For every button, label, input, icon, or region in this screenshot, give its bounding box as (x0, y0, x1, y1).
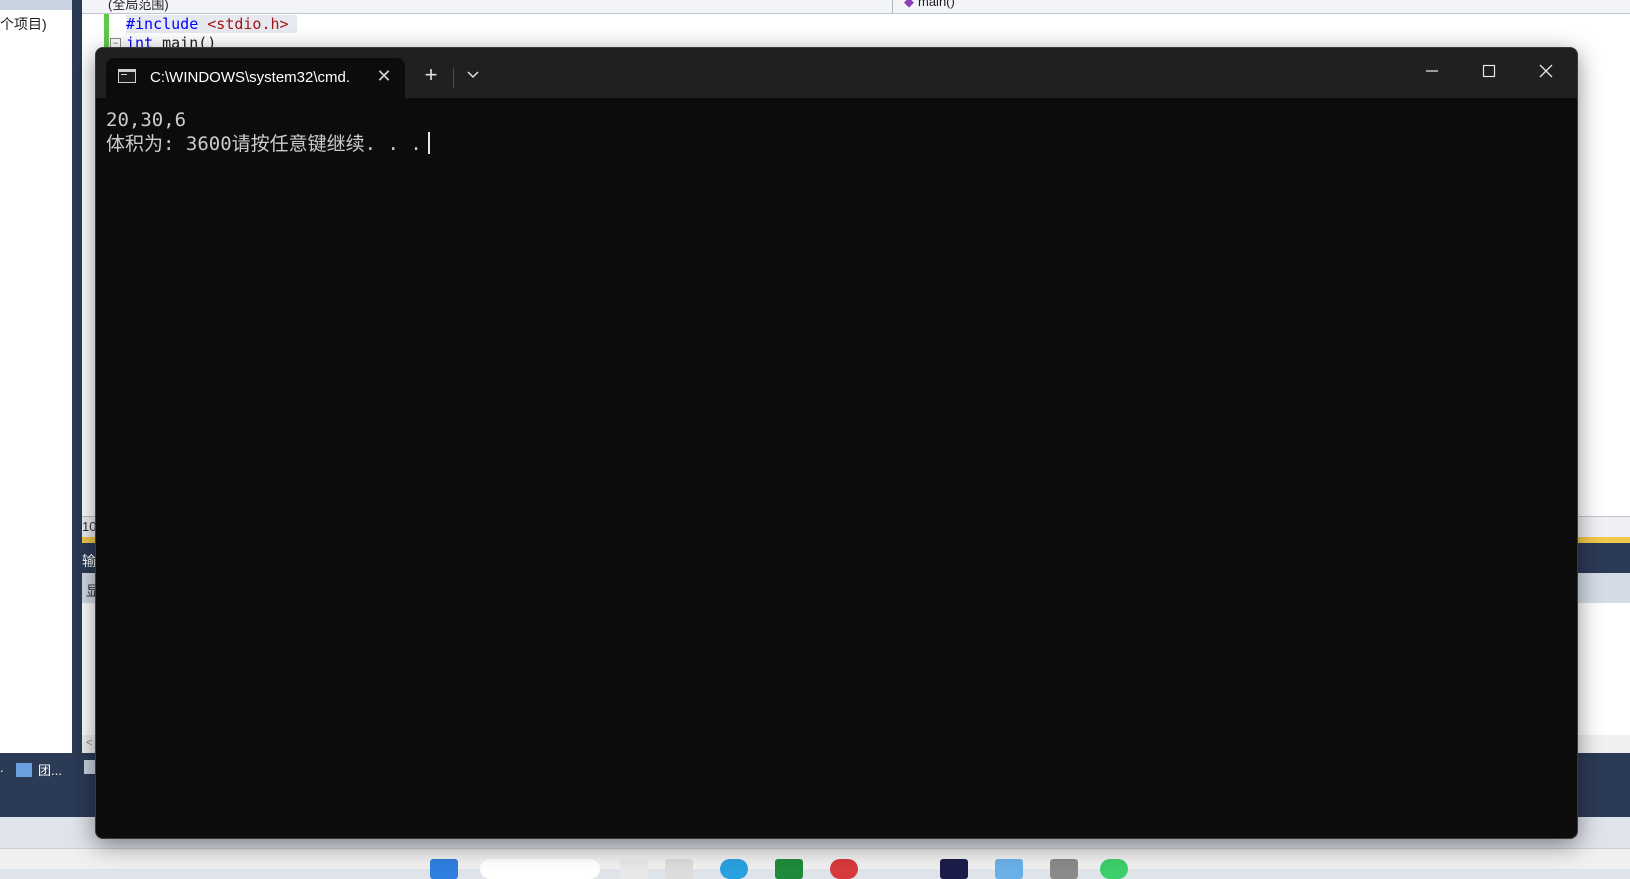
ide-splitter[interactable] (72, 0, 82, 785)
terminal-icon[interactable] (1050, 859, 1078, 879)
terminal-output[interactable]: 20,30,6 体积为: 3600请按任意键继续. . . (106, 108, 1566, 828)
ide-bottom-tab[interactable]: . (0, 760, 4, 775)
preprocessor-keyword: #include (126, 15, 199, 33)
cmd-icon (118, 69, 136, 83)
close-window-button[interactable] (1523, 58, 1569, 84)
solution-item-label[interactable]: 个项目) (0, 14, 47, 34)
terminal-tab-cmd[interactable]: C:\WINDOWS\system32\cmd. ✕ (106, 58, 405, 98)
task-view-icon[interactable] (620, 859, 648, 879)
visual-studio-icon[interactable] (940, 859, 968, 879)
terminal-tab-title: C:\WINDOWS\system32\cmd. (150, 69, 351, 86)
minimize-icon (1426, 70, 1438, 72)
terminal-line-text: 体积为: 3600请按任意键继续. . . (106, 133, 422, 155)
app-icon[interactable] (830, 859, 858, 879)
scope-navigation-bar: (全局范围) ◆ main() (82, 0, 1630, 14)
excel-icon[interactable] (775, 859, 803, 879)
close-icon (1539, 64, 1553, 78)
scope-dropdown[interactable]: (全局范围) (108, 0, 169, 13)
profile-dropdown-button[interactable] (460, 64, 486, 88)
chevron-down-icon (467, 71, 479, 79)
scope-divider (892, 0, 893, 13)
file-explorer-icon[interactable] (665, 859, 693, 879)
function-dropdown-label: main() (918, 0, 955, 9)
function-dropdown[interactable]: ◆ main() (904, 0, 955, 10)
close-tab-icon[interactable]: ✕ (374, 66, 394, 86)
browser-icon[interactable] (720, 859, 748, 879)
solution-explorer-header (0, 0, 72, 10)
new-tab-button[interactable]: + (418, 63, 444, 89)
output-panel-title-text: 输 (82, 553, 96, 569)
tab-divider (453, 68, 454, 88)
scroll-left-icon[interactable]: < (86, 737, 92, 749)
terminal-window[interactable]: C:\WINDOWS\system32\cmd. ✕ + 20,30,6 体积为… (95, 47, 1578, 839)
text-cursor (427, 132, 430, 154)
terminal-line: 20,30,6 (106, 109, 187, 131)
wechat-icon[interactable] (1100, 859, 1128, 879)
maximize-icon (1482, 64, 1496, 78)
solution-explorer-panel: 个项目) (0, 0, 73, 785)
include-path: <stdio.h> (198, 15, 289, 33)
minimize-button[interactable] (1409, 58, 1455, 84)
code-line[interactable]: #include <stdio.h> (126, 15, 297, 33)
calendar-icon[interactable] (995, 859, 1023, 879)
windows-taskbar (0, 848, 1630, 879)
maximize-button[interactable] (1466, 58, 1512, 84)
ide-bottom-tab-label: 团... (38, 763, 62, 778)
search-box[interactable] (480, 859, 600, 879)
start-icon[interactable] (430, 859, 458, 879)
function-icon: ◆ (904, 0, 914, 9)
terminal-title-bar[interactable]: C:\WINDOWS\system32\cmd. ✕ + (96, 48, 1577, 98)
team-explorer-icon (16, 763, 32, 777)
terminal-line-prompt: 体积为: 3600请按任意键继续. . . (106, 132, 1566, 156)
ide-bottom-tab-team[interactable]: 团... (16, 760, 62, 779)
